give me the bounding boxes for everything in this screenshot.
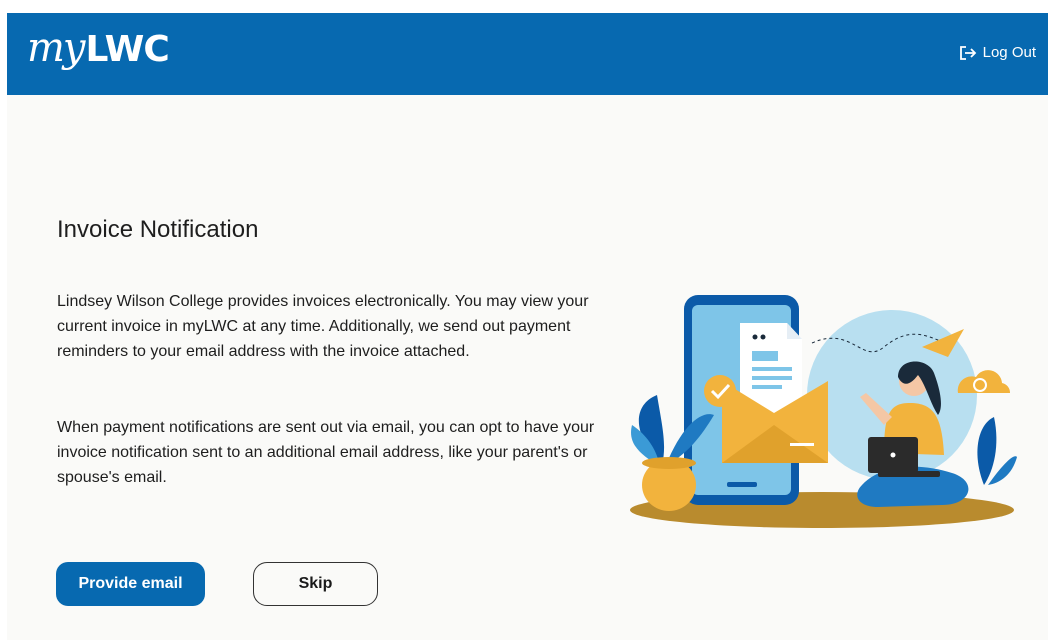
page-title: Invoice Notification xyxy=(57,216,259,243)
skip-button[interactable]: Skip xyxy=(253,562,378,606)
logout-icon xyxy=(959,45,976,60)
app-frame: my LWC Log Out Invoice Notification Lind… xyxy=(7,13,1048,640)
top-header: my LWC Log Out xyxy=(7,13,1048,95)
logo-suffix: LWC xyxy=(85,29,170,70)
intro-paragraph: Lindsey Wilson College provides invoices… xyxy=(57,293,589,360)
logout-button[interactable]: Log Out xyxy=(959,44,1036,61)
mylwc-logo[interactable]: my LWC xyxy=(27,25,170,83)
logo-prefix: my xyxy=(27,25,86,71)
provide-email-button[interactable]: Provide email xyxy=(56,562,205,606)
invoice-email-illustration xyxy=(630,295,1017,528)
logout-label: Log Out xyxy=(982,44,1036,61)
opt-in-paragraph: When payment notifications are sent out … xyxy=(57,419,595,486)
